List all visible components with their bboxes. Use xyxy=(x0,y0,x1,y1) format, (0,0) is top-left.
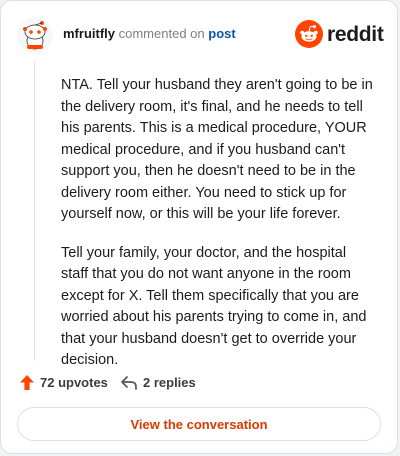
comment-header: mfruitfly commented on post reddit xyxy=(17,17,384,53)
thread-line xyxy=(34,61,35,361)
upvote-count: 72 upvotes xyxy=(40,375,108,390)
reddit-logo[interactable]: reddit xyxy=(295,19,384,49)
replies-count: 2 replies xyxy=(143,375,196,390)
comment-verb: commented on xyxy=(118,26,205,41)
replies-button[interactable]: 2 replies xyxy=(121,375,196,390)
user-avatar[interactable] xyxy=(17,17,53,53)
embed-card: mfruitfly commented on post reddit NTA. … xyxy=(0,0,398,454)
reddit-snoo-icon xyxy=(295,20,323,48)
view-conversation-button[interactable]: View the conversation xyxy=(17,407,381,441)
reddit-wordmark: reddit xyxy=(327,23,384,46)
upvote-button[interactable]: 72 upvotes xyxy=(20,375,108,390)
comment-actions: 72 upvotes 2 replies xyxy=(17,373,381,395)
post-link[interactable]: post xyxy=(208,26,235,41)
comment-paragraph-2: Tell your family, your doctor, and the h… xyxy=(61,244,367,369)
comment-meta: mfruitfly commented on post xyxy=(63,26,236,41)
username-link[interactable]: mfruitfly xyxy=(63,26,115,41)
snoo-avatar-icon xyxy=(17,17,53,53)
comment-body: NTA. Tell your husband they aren't going… xyxy=(61,75,375,389)
upvote-arrow-icon xyxy=(20,375,34,390)
comment-paragraph-1: NTA. Tell your husband they aren't going… xyxy=(61,77,373,222)
reply-arrow-icon xyxy=(121,375,137,390)
